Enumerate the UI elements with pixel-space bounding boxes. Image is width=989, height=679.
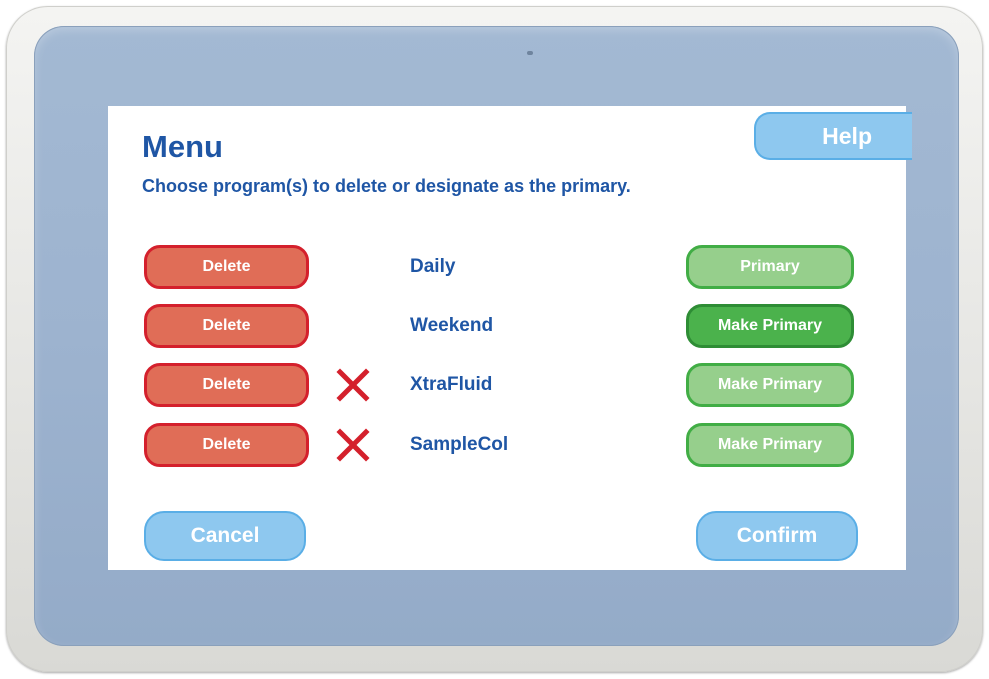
x-mark-icon	[336, 368, 370, 402]
delete-button[interactable]: Delete	[144, 245, 309, 289]
help-button[interactable]: Help	[754, 112, 912, 160]
page-title: Menu	[142, 129, 223, 164]
program-row-xtrafluid: Delete XtraFluid Make Primary	[108, 360, 906, 410]
make-primary-button[interactable]: Make Primary	[686, 363, 854, 407]
camera-icon	[527, 51, 533, 55]
page-subtitle: Choose program(s) to delete or designate…	[142, 176, 631, 196]
program-name: Weekend	[410, 315, 494, 336]
program-row-weekend: Delete Weekend Make Primary	[108, 301, 906, 351]
program-name: Daily	[410, 256, 456, 277]
program-name: XtraFluid	[410, 374, 493, 395]
program-name: SampleCol	[410, 434, 509, 455]
delete-button[interactable]: Delete	[144, 304, 309, 348]
program-row-samplecol: Delete SampleCol Make Primary	[108, 420, 906, 470]
x-mark-icon	[336, 428, 370, 462]
program-row-daily: Delete Daily Primary	[108, 242, 906, 292]
confirm-button[interactable]: Confirm	[696, 511, 858, 561]
touch-screen: Menu Choose program(s) to delete or desi…	[108, 106, 912, 570]
make-primary-button[interactable]: Make Primary	[686, 423, 854, 467]
primary-button[interactable]: Primary	[686, 245, 854, 289]
delete-button[interactable]: Delete	[144, 363, 309, 407]
make-primary-button[interactable]: Make Primary	[686, 304, 854, 348]
cancel-button[interactable]: Cancel	[144, 511, 306, 561]
delete-button[interactable]: Delete	[144, 423, 309, 467]
